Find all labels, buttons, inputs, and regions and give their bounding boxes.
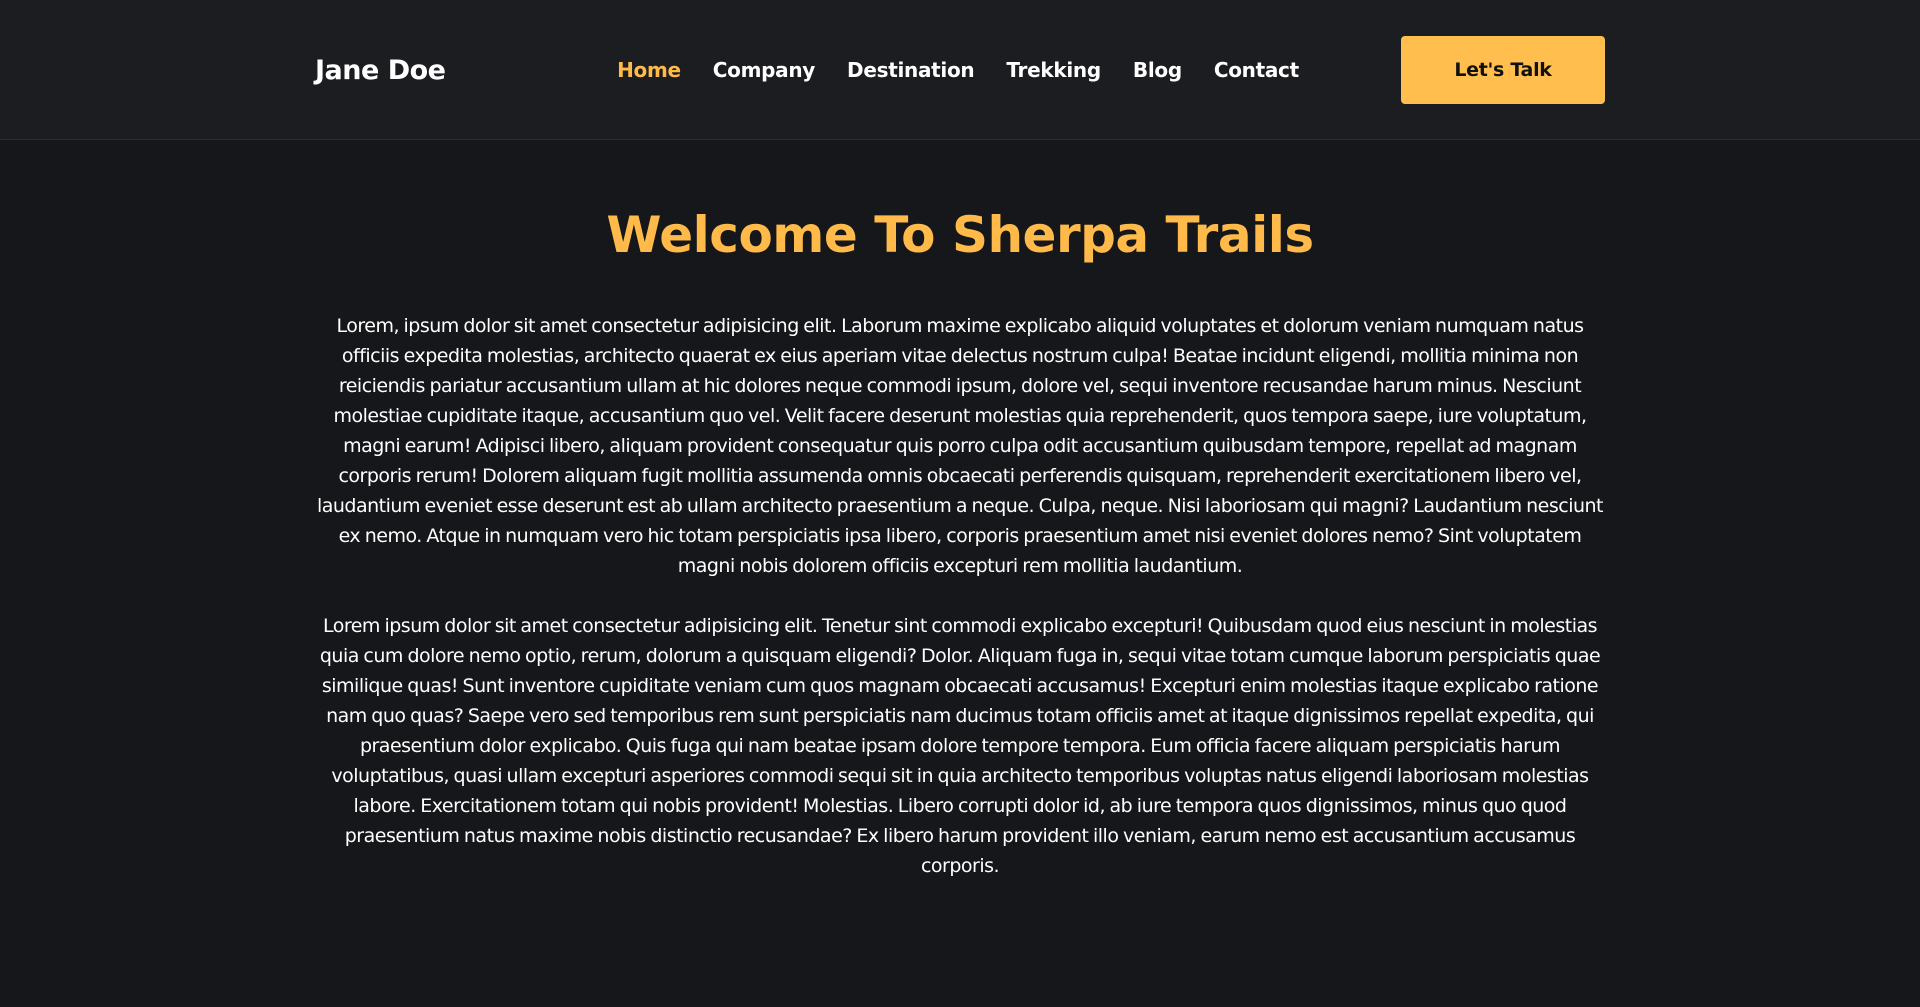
nav-item-contact[interactable]: Contact <box>1214 58 1299 82</box>
page-title: Welcome To Sherpa Trails <box>606 206 1314 264</box>
nav-item-blog[interactable]: Blog <box>1133 58 1182 82</box>
site-header: Jane Doe Home Company Destination Trekki… <box>0 0 1920 140</box>
header-container: Jane Doe Home Company Destination Trekki… <box>315 0 1605 140</box>
site-logo[interactable]: Jane Doe <box>315 55 515 86</box>
nav-item-trekking[interactable]: Trekking <box>1006 58 1101 82</box>
nav-item-home[interactable]: Home <box>617 58 681 82</box>
intro-paragraph-2: Lorem ipsum dolor sit amet consectetur a… <box>319 615 1601 877</box>
nav-item-destination[interactable]: Destination <box>847 58 975 82</box>
main-nav: Home Company Destination Trekking Blog C… <box>617 58 1299 82</box>
intro-paragraph-1: Lorem, ipsum dolor sit amet consectetur … <box>316 315 1604 577</box>
nav-item-company[interactable]: Company <box>713 58 816 82</box>
lets-talk-button[interactable]: Let's Talk <box>1400 36 1605 104</box>
main-content: Welcome To Sherpa Trails Lorem, ipsum do… <box>315 208 1605 881</box>
